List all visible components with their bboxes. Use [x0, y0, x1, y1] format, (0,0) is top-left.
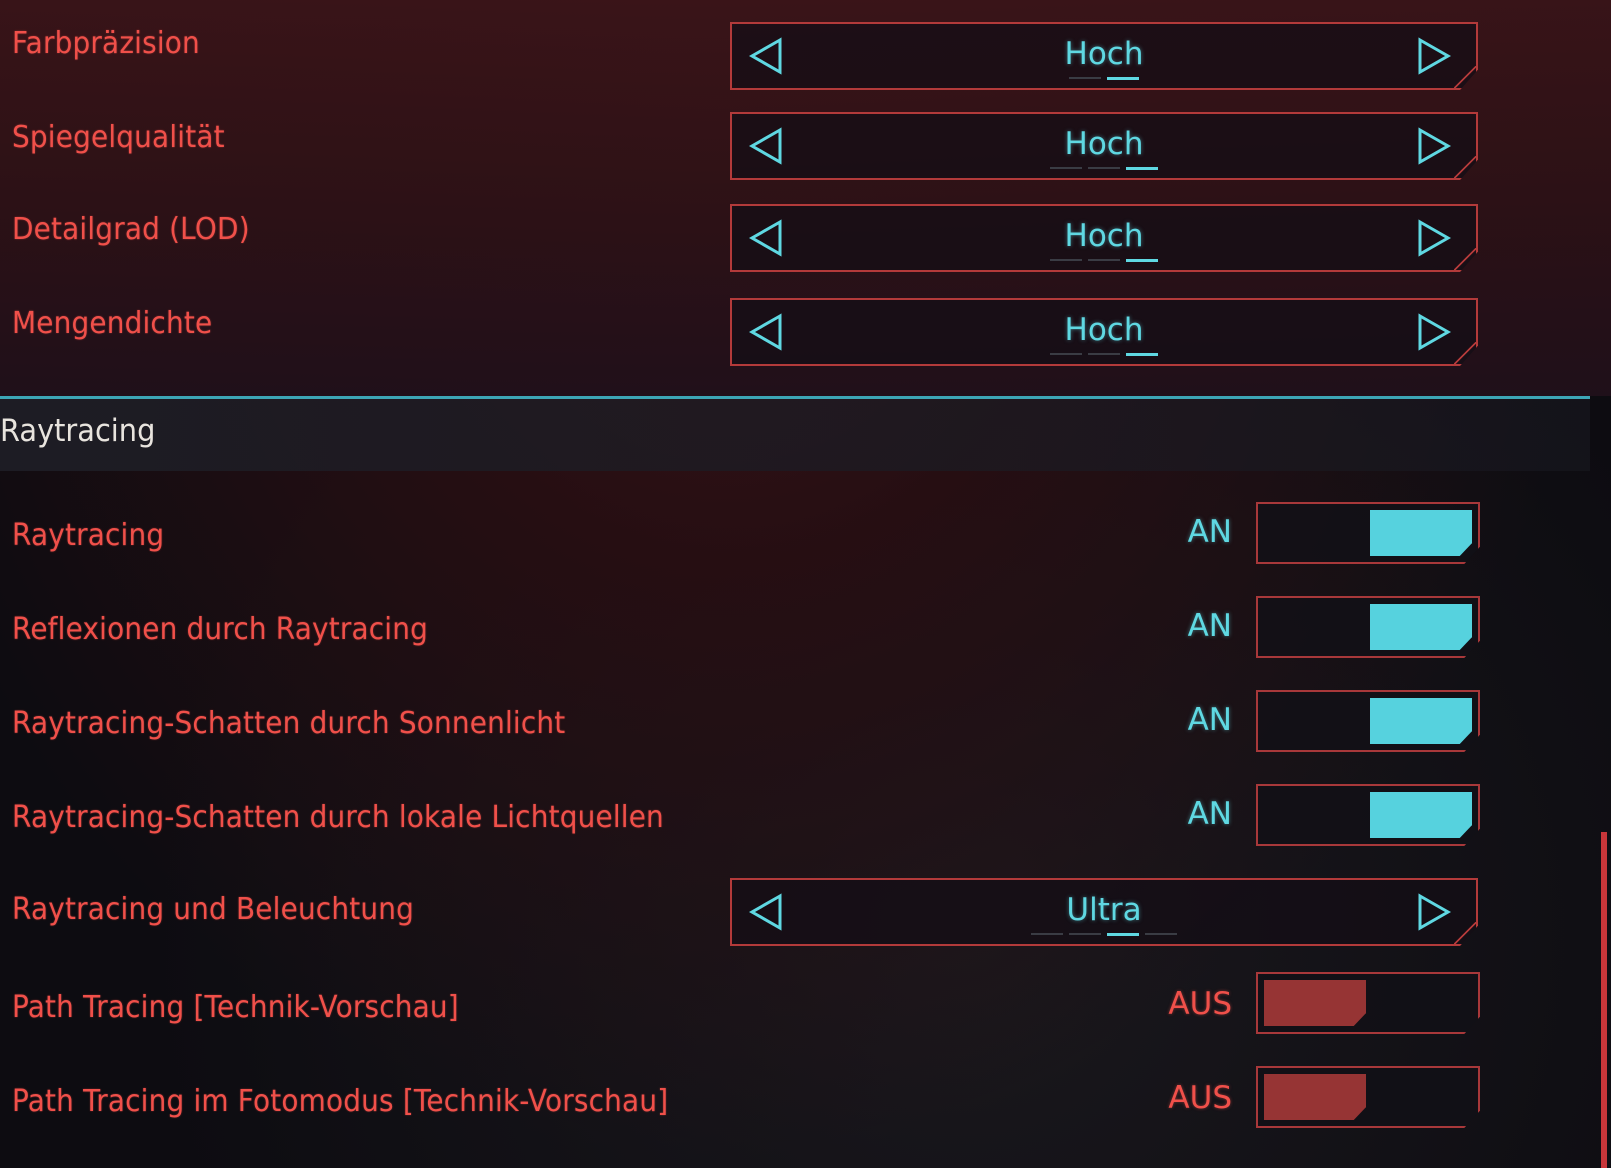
triangle-right-icon[interactable] — [1416, 312, 1452, 352]
section-title: Raytracing — [0, 413, 156, 449]
toggle-status: AUS — [1168, 986, 1232, 1022]
toggle-status: AN — [1187, 514, 1232, 550]
setting-label: Reflexionen durch Raytracing — [12, 612, 429, 647]
option-pager — [1050, 167, 1158, 170]
option-pager — [1069, 77, 1139, 80]
value-selector[interactable]: Hoch — [730, 22, 1478, 90]
setting-label: Raytracing-Schatten durch Sonnenlicht — [12, 706, 566, 741]
value-selector[interactable]: Hoch — [730, 298, 1478, 366]
setting-label: Raytracing und Beleuchtung — [12, 892, 414, 927]
toggle-knob — [1370, 510, 1472, 556]
toggle-switch[interactable] — [1256, 596, 1480, 658]
triangle-right-icon[interactable] — [1416, 36, 1452, 76]
selector-value: Hoch — [1064, 218, 1144, 254]
setting-label: Spiegelqualität — [12, 120, 225, 155]
corner-notch — [1454, 922, 1476, 944]
setting-label: Mengendichte — [12, 306, 213, 341]
scrollbar-thumb[interactable] — [1601, 832, 1607, 1168]
option-pager — [1031, 933, 1177, 936]
toggle-knob — [1264, 980, 1366, 1026]
toggle-switch[interactable] — [1256, 972, 1480, 1034]
setting-label: Raytracing-Schatten durch lokale Lichtqu… — [12, 800, 664, 835]
toggle-status: AN — [1187, 608, 1232, 644]
toggle-status: AUS — [1168, 1080, 1232, 1116]
selector-value: Hoch — [1064, 36, 1144, 72]
option-pager — [1050, 353, 1158, 356]
toggle-knob — [1370, 792, 1472, 838]
triangle-right-icon[interactable] — [1416, 218, 1452, 258]
triangle-right-icon[interactable] — [1416, 126, 1452, 166]
setting-label: Path Tracing im Fotomodus [Technik-Vorsc… — [12, 1084, 669, 1119]
toggle-knob — [1370, 698, 1472, 744]
value-selector[interactable]: Ultra — [730, 878, 1478, 946]
setting-label: Farbpräzision — [12, 26, 200, 61]
setting-label: Path Tracing [Technik-Vorschau] — [12, 990, 459, 1025]
toggle-knob — [1264, 1074, 1366, 1120]
toggle-switch[interactable] — [1256, 690, 1480, 752]
toggle-status: AN — [1187, 702, 1232, 738]
option-pager — [1050, 259, 1158, 262]
toggle-switch[interactable] — [1256, 502, 1480, 564]
toggle-knob — [1370, 604, 1472, 650]
toggle-switch[interactable] — [1256, 1066, 1480, 1128]
selector-value: Hoch — [1064, 126, 1144, 162]
toggle-switch[interactable] — [1256, 784, 1480, 846]
value-selector[interactable]: Hoch — [730, 112, 1478, 180]
section-header: Raytracing — [0, 399, 1590, 471]
selector-value: Hoch — [1064, 312, 1144, 348]
toggle-status: AN — [1187, 796, 1232, 832]
setting-label: Raytracing — [12, 518, 165, 553]
selector-value: Ultra — [1066, 892, 1142, 928]
triangle-right-icon[interactable] — [1416, 892, 1452, 932]
setting-label: Detailgrad (LOD) — [12, 212, 250, 247]
value-selector[interactable]: Hoch — [730, 204, 1478, 272]
